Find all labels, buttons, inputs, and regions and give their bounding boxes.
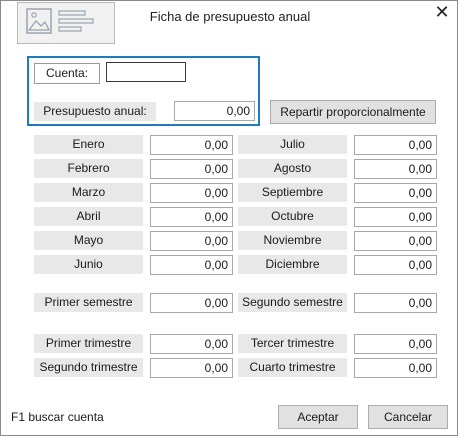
month-input-diciembre[interactable]: 0,00 <box>354 255 437 275</box>
trimester-label-tercer: Tercer trimestre <box>238 334 347 353</box>
semester-input-primer[interactable]: 0,00 <box>150 293 233 313</box>
month-input-junio[interactable]: 0,00 <box>150 255 233 275</box>
month-input-julio[interactable]: 0,00 <box>354 135 437 155</box>
month-label-octubre: Octubre <box>238 207 347 226</box>
month-input-mayo[interactable]: 0,00 <box>150 231 233 251</box>
month-label-junio: Junio <box>34 255 143 274</box>
month-input-octubre[interactable]: 0,00 <box>354 207 437 227</box>
semester-label-primer: Primer semestre <box>34 293 143 312</box>
month-label-marzo: Marzo <box>34 183 143 202</box>
f1-hint: F1 buscar cuenta <box>11 410 104 424</box>
cuenta-label: Cuenta: <box>34 63 100 84</box>
cancel-button[interactable]: Cancelar <box>368 405 448 429</box>
month-input-noviembre[interactable]: 0,00 <box>354 231 437 251</box>
trimester-label-segundo: Segundo trimestre <box>34 358 143 377</box>
month-label-enero: Enero <box>34 135 143 154</box>
trimester-input-cuarto[interactable]: 0,00 <box>354 358 437 378</box>
trimester-input-tercer[interactable]: 0,00 <box>354 334 437 354</box>
month-label-septiembre: Septiembre <box>238 183 347 202</box>
month-input-enero[interactable]: 0,00 <box>150 135 233 155</box>
cuenta-input[interactable] <box>106 62 186 82</box>
month-label-febrero: Febrero <box>34 159 143 178</box>
semester-input-segundo[interactable]: 0,00 <box>354 293 437 313</box>
month-label-noviembre: Noviembre <box>238 231 347 250</box>
trimester-input-primer[interactable]: 0,00 <box>150 334 233 354</box>
month-label-abril: Abril <box>34 207 143 226</box>
dialog-title: Ficha de presupuesto anual <box>149 9 311 24</box>
budget-dialog: Ficha de presupuesto anual ✕ Cuenta: Pre… <box>0 0 458 436</box>
presupuesto-anual-input[interactable]: 0,00 <box>174 101 255 121</box>
accept-button[interactable]: Aceptar <box>278 405 358 429</box>
trimester-label-cuarto: Cuarto trimestre <box>238 358 347 377</box>
month-input-febrero[interactable]: 0,00 <box>150 159 233 179</box>
month-label-mayo: Mayo <box>34 231 143 250</box>
repartir-button[interactable]: Repartir proporcionalmente <box>270 100 436 124</box>
semester-label-segundo: Segundo semestre <box>238 293 347 312</box>
month-label-julio: Julio <box>238 135 347 154</box>
month-input-abril[interactable]: 0,00 <box>150 207 233 227</box>
month-input-septiembre[interactable]: 0,00 <box>354 183 437 203</box>
trimester-label-primer: Primer trimestre <box>34 334 143 353</box>
month-label-agosto: Agosto <box>238 159 347 178</box>
month-input-marzo[interactable]: 0,00 <box>150 183 233 203</box>
month-input-agosto[interactable]: 0,00 <box>354 159 437 179</box>
presupuesto-anual-label: Presupuesto anual: <box>34 102 156 121</box>
trimester-input-segundo[interactable]: 0,00 <box>150 358 233 378</box>
close-icon[interactable]: ✕ <box>431 3 453 23</box>
month-label-diciembre: Diciembre <box>238 255 347 274</box>
